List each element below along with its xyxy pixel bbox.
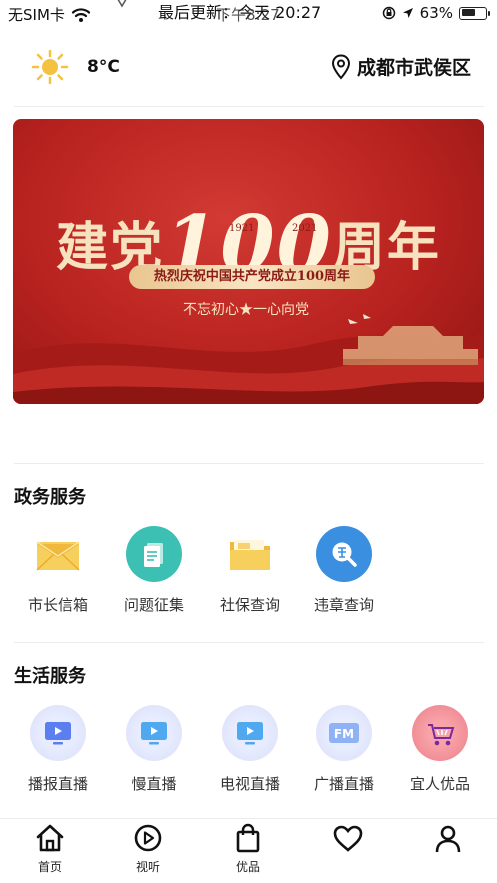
service-violation-query[interactable]: 违章查询 [304, 526, 384, 615]
tab-label: 优品 [235, 860, 260, 874]
battery-icon [459, 6, 490, 20]
service-mayor-mailbox[interactable]: 市长信箱 [18, 526, 98, 615]
service-yiren-shop[interactable]: 宜人优品 [400, 705, 480, 794]
location-label: 成都市武侯区 [356, 57, 471, 79]
shopping-bag-icon [236, 823, 260, 853]
service-label: 广播直播 [313, 775, 374, 793]
location-pin-icon [331, 53, 350, 80]
tab-label: 视听 [135, 860, 160, 874]
service-label: 社保查询 [219, 596, 280, 614]
banner-decoration [13, 314, 484, 404]
sun-icon [31, 50, 69, 84]
home-icon [36, 824, 64, 852]
battery-fill [461, 9, 476, 16]
section-divider-1 [14, 463, 484, 464]
banner-subtitle: 热烈庆祝中国共产党成立100周年 [129, 265, 375, 289]
service-label: 播报直播 [27, 775, 88, 793]
play-icon [134, 824, 162, 852]
service-tv-live[interactable]: 电视直播 [210, 705, 290, 794]
tv-play-icon [30, 705, 86, 761]
service-label: 宜人优品 [409, 775, 470, 793]
location-arrow-icon [402, 8, 413, 18]
fm-icon: FM [316, 705, 372, 761]
heart-icon [333, 825, 363, 852]
service-label: 违章查询 [313, 596, 374, 614]
temperature-label: 8°C [87, 57, 120, 77]
refresh-indicator-icon [117, 0, 127, 8]
service-label: 慢直播 [131, 775, 177, 793]
service-broadcast-live[interactable]: 播报直播 [18, 705, 98, 794]
carrier-label: 无SIM卡 [8, 6, 65, 24]
rotation-lock-icon [382, 6, 395, 20]
tv-play-icon [126, 705, 182, 761]
location-selector[interactable]: 成都市武侯区 [331, 53, 471, 80]
tab-home[interactable]: 首页 [20, 823, 80, 875]
tab-label: 首页 [37, 860, 62, 874]
service-issue-collection[interactable]: 问题征集 [114, 526, 194, 615]
battery-percent: 63% [419, 4, 453, 22]
service-slow-live[interactable]: 慢直播 [114, 705, 194, 794]
wifi-icon [71, 7, 90, 22]
tab-favorites[interactable] [318, 823, 378, 858]
tab-profile[interactable] [418, 823, 478, 858]
banner-year-end: 2021 [292, 223, 318, 234]
service-social-security[interactable]: 社保查询 [210, 526, 290, 615]
status-bar: 无SIM卡 最后更新：今天 20:27 下午8:27 63% [0, 0, 497, 28]
bottom-tab-bar: 首页 视听 优品 [0, 818, 497, 883]
service-label: 市长信箱 [27, 596, 88, 614]
folder-icon [222, 526, 278, 582]
section-divider-2 [14, 642, 484, 643]
status-right: 63% [382, 4, 490, 22]
service-label: 问题征集 [123, 596, 184, 614]
document-icon [126, 526, 182, 582]
banner-year-start: 1921 [229, 223, 255, 234]
banner-carousel[interactable]: 建党100周年 1921 2021 热烈庆祝中国共产党成立100周年 不忘初心★… [13, 119, 484, 404]
service-label: 电视直播 [219, 775, 280, 793]
header-divider [14, 106, 484, 107]
tab-audio-video[interactable]: 视听 [118, 823, 178, 875]
tab-products[interactable]: 优品 [218, 823, 278, 875]
clock-label: 下午8:27 [216, 6, 280, 24]
life-services-title: 生活服务 [14, 666, 86, 687]
shopping-cart-icon [412, 705, 468, 761]
tv-play-icon [222, 705, 278, 761]
violation-search-icon [316, 526, 372, 582]
header-row: 8°C 成都市武侯区 [0, 40, 497, 96]
envelope-icon [30, 526, 86, 582]
service-radio-live[interactable]: FM 广播直播 [304, 705, 384, 794]
svg-text:FM: FM [334, 727, 354, 741]
government-services-title: 政务服务 [14, 487, 86, 508]
user-icon [435, 825, 461, 853]
status-left: 无SIM卡 [8, 4, 91, 25]
